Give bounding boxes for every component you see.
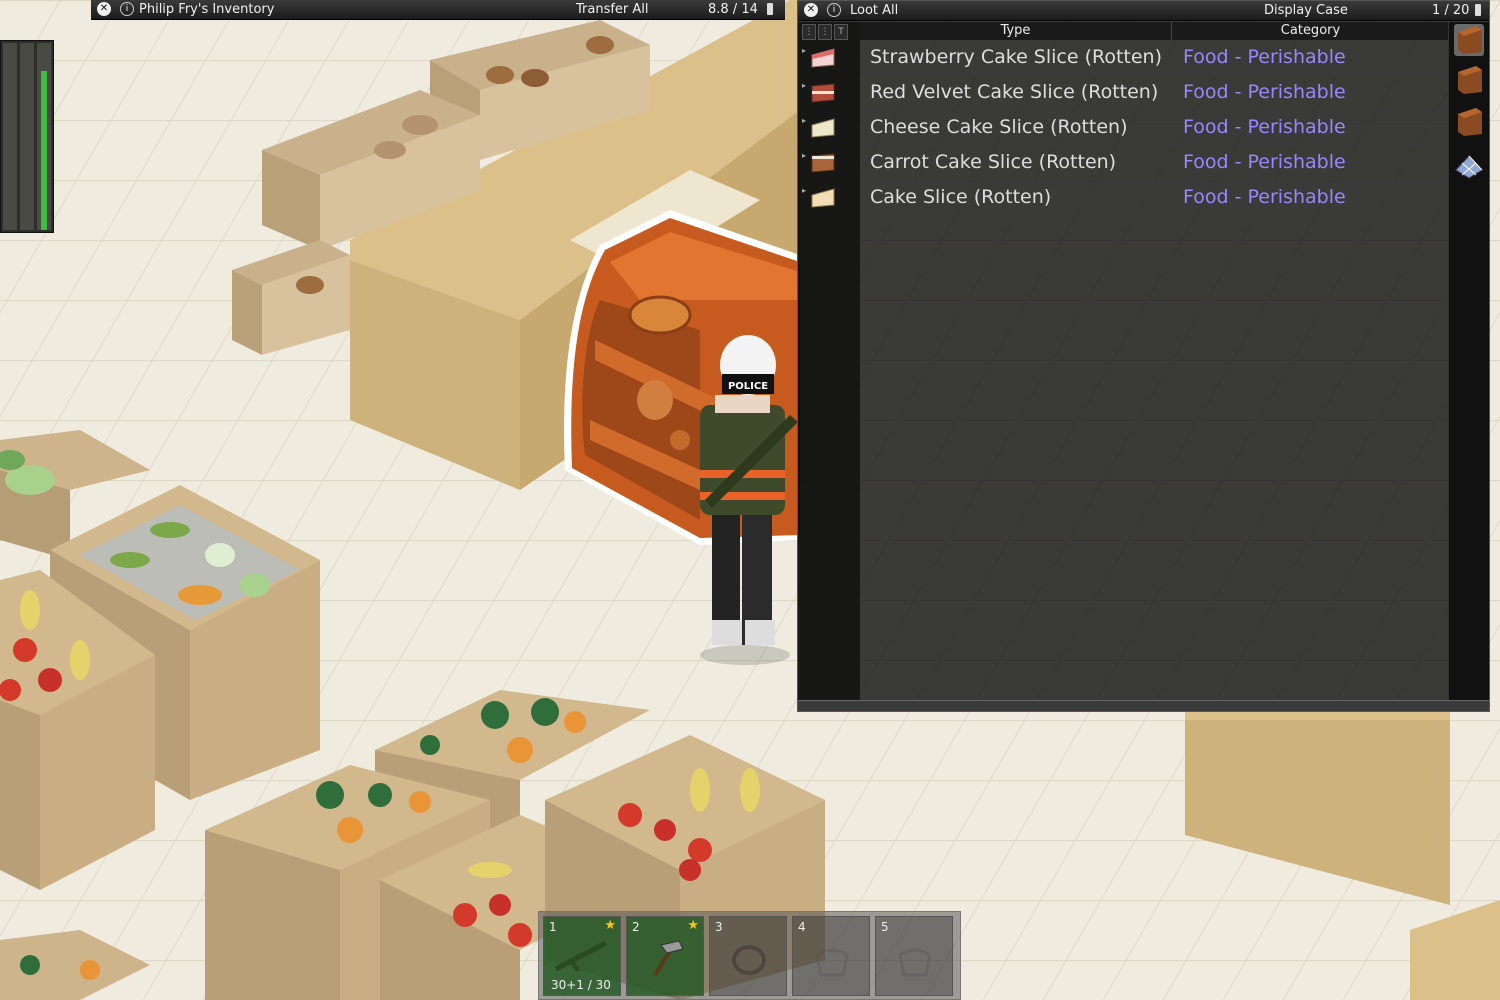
slot-number: 3	[715, 920, 723, 934]
favorite-star-icon: ★	[687, 918, 699, 933]
loot-row[interactable]: ▸ Red Velvet Cake Slice (Rotten) Food - …	[802, 75, 1450, 110]
favorite-star-icon: ★	[604, 918, 616, 933]
container-weight: 1 / 20	[1432, 3, 1470, 18]
hotbar: 1 ★ 30+1 / 30 2 ★ 3 4 5	[538, 911, 961, 1000]
strawberry-cake-icon	[811, 48, 835, 68]
column-header-category[interactable]: Category	[1172, 22, 1450, 40]
info-icon[interactable]: i	[120, 2, 134, 16]
column-header-type[interactable]: Type	[860, 22, 1172, 40]
cake-slice-icon	[811, 188, 835, 208]
inventory-titlebar[interactable]: ✕ i Philip Fry's Inventory Transfer All …	[91, 0, 785, 20]
loot-item-list: ▸ Strawberry Cake Slice (Rotten) Food - …	[802, 40, 1450, 215]
svg-text:POLICE: POLICE	[728, 381, 768, 392]
slot-number: 2	[632, 920, 640, 934]
item-category: Food - Perishable	[1183, 46, 1346, 68]
item-category: Food - Perishable	[1183, 186, 1346, 208]
expand-arrow-icon[interactable]: ▸	[802, 81, 806, 90]
loot-titlebar[interactable]: ✕ i Loot All Display Case 1 / 20	[798, 1, 1489, 21]
close-icon[interactable]: ✕	[804, 3, 818, 17]
hotbar-slot-1[interactable]: 1 ★ 30+1 / 30	[543, 916, 621, 996]
hammer-icon	[653, 940, 684, 977]
info-icon[interactable]: i	[827, 3, 841, 17]
item-name: Cake Slice (Rotten)	[870, 186, 1052, 208]
pin-icon[interactable]	[767, 3, 773, 15]
item-category: Food - Perishable	[1183, 81, 1346, 103]
shelf-container-icon[interactable]	[1454, 106, 1484, 138]
slot-number: 4	[798, 920, 806, 934]
expand-arrow-icon[interactable]: ▸	[802, 46, 806, 55]
item-category: Food - Perishable	[1183, 116, 1346, 138]
slot-number: 5	[881, 920, 889, 934]
rifle-icon	[554, 940, 608, 973]
container-selector	[1448, 22, 1489, 702]
cheese-cake-icon	[811, 118, 835, 138]
collapse-all-icon[interactable]: ⋮	[818, 24, 832, 40]
empty-slot-icon	[815, 948, 849, 977]
loot-resize-bar[interactable]	[798, 700, 1489, 711]
expand-arrow-icon[interactable]: ▸	[802, 186, 806, 195]
status-bar-1	[3, 43, 17, 230]
hotbar-slot-4[interactable]: 4	[792, 916, 870, 996]
hotbar-slot-3[interactable]: 3	[709, 916, 787, 996]
empty-slot-icon	[732, 945, 766, 975]
loot-toolbar: ⋮ ⋮ T	[802, 24, 848, 40]
item-category: Food - Perishable	[1183, 151, 1346, 173]
item-name: Cheese Cake Slice (Rotten)	[870, 116, 1128, 138]
status-bar-2	[20, 43, 34, 230]
expand-all-icon[interactable]: ⋮	[802, 24, 816, 40]
inventory-title: Philip Fry's Inventory	[139, 2, 275, 17]
loot-row[interactable]: ▸ Strawberry Cake Slice (Rotten) Food - …	[802, 40, 1450, 75]
inventory-weight: 8.8 / 14	[708, 2, 758, 17]
transfer-all-button[interactable]: Transfer All	[576, 0, 649, 20]
status-bar-3	[37, 43, 51, 230]
loot-row[interactable]: ▸ Carrot Cake Slice (Rotten) Food - Peri…	[802, 145, 1450, 180]
ammo-count: 30+1 / 30	[551, 978, 611, 992]
item-name: Red Velvet Cake Slice (Rotten)	[870, 81, 1159, 103]
loot-window[interactable]: ✕ i Loot All Display Case 1 / 20 ⋮ ⋮ T T…	[797, 0, 1490, 712]
empty-slot-icon	[898, 948, 932, 977]
item-name: Carrot Cake Slice (Rotten)	[870, 151, 1117, 173]
loot-row[interactable]: ▸ Cheese Cake Slice (Rotten) Food - Peri…	[802, 110, 1450, 145]
floor-container-icon[interactable]	[1454, 148, 1484, 180]
red-velvet-cake-icon	[811, 83, 835, 103]
container-name: Display Case	[1264, 3, 1348, 18]
close-icon[interactable]: ✕	[97, 2, 111, 16]
pin-icon[interactable]	[1475, 4, 1481, 16]
filter-icon[interactable]: T	[834, 24, 848, 40]
carrot-cake-icon	[811, 153, 835, 173]
crate-container-icon[interactable]	[1454, 64, 1484, 96]
expand-arrow-icon[interactable]: ▸	[802, 151, 806, 160]
item-name: Strawberry Cake Slice (Rotten)	[870, 46, 1163, 68]
hotbar-slot-5[interactable]: 5	[875, 916, 953, 996]
expand-arrow-icon[interactable]: ▸	[802, 116, 806, 125]
slot-number: 1	[549, 920, 557, 934]
hotbar-slot-2[interactable]: 2 ★	[626, 916, 704, 996]
loot-row[interactable]: ▸ Cake Slice (Rotten) Food - Perishable	[802, 180, 1450, 215]
loot-all-button[interactable]: Loot All	[850, 1, 898, 21]
display-case-container-icon[interactable]	[1454, 24, 1484, 56]
status-bars	[0, 40, 54, 233]
